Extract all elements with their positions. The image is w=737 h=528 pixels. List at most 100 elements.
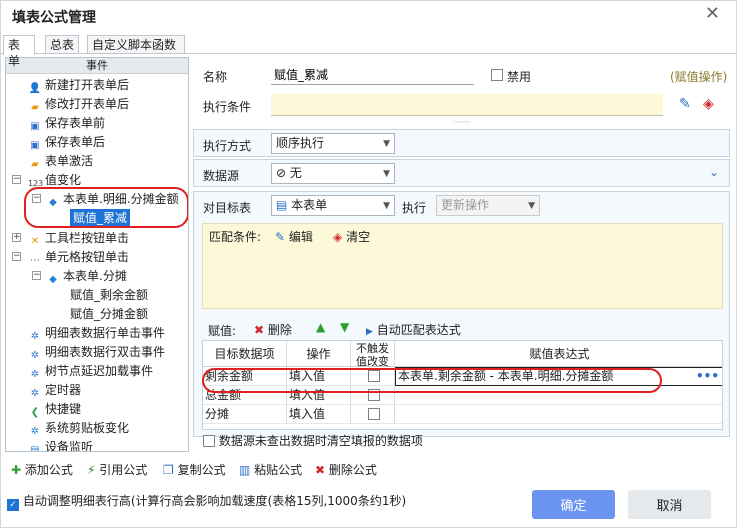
- condition-input[interactable]: [271, 94, 663, 116]
- dots-icon: ⋯: [30, 255, 40, 266]
- tree-item-hotkey[interactable]: ❮ 快捷键: [28, 400, 81, 418]
- reference-formula-label: 引用公式: [99, 463, 148, 477]
- exec-mode-value: 顺序执行: [276, 136, 325, 150]
- link-icon: ⚡: [87, 463, 96, 477]
- name-input[interactable]: [271, 65, 474, 85]
- condition-label: 执行条件: [203, 100, 252, 114]
- tree-item-device-listen[interactable]: ▤ 设备监听: [28, 438, 94, 452]
- move-up-icon[interactable]: ▲: [316, 320, 325, 334]
- grid-cell-expr[interactable]: [395, 405, 722, 424]
- tab-form[interactable]: 表单: [3, 35, 35, 68]
- grid-header-target: 目标数据项: [203, 341, 287, 367]
- tree-item-label: 树节点延迟加载事件: [45, 364, 154, 378]
- source-section: 数据源 ⊘ 无 ▼ ⌄: [193, 159, 730, 187]
- play-icon: ▶: [366, 327, 373, 337]
- copy-formula-button[interactable]: ❐ 复制公式: [163, 461, 226, 478]
- match-edit-button[interactable]: ✎ 编辑: [275, 228, 313, 245]
- folder-icon: ▰: [31, 102, 39, 113]
- tree-item-after-save[interactable]: ▣ 保存表单后: [28, 133, 105, 151]
- copy-formula-label: 复制公式: [177, 463, 226, 477]
- grid-header-op: 操作: [287, 341, 351, 367]
- chevron-down-icon: ▼: [528, 201, 535, 211]
- folder-icon: ▰: [31, 159, 39, 170]
- gear-icon: ✲: [30, 388, 40, 399]
- exec-mode-select[interactable]: 顺序执行 ▼: [271, 133, 395, 154]
- match-label: 匹配条件:: [209, 230, 262, 244]
- tree-item-label: 设备监听: [45, 440, 94, 452]
- gear-icon: ✲: [30, 369, 40, 380]
- tree-item-label: 系统剪贴板变化: [45, 421, 130, 435]
- splitter-handle[interactable]: ·······: [193, 119, 730, 127]
- expand-section-icon[interactable]: ⌄: [709, 165, 719, 179]
- source-label: 数据源: [203, 169, 240, 183]
- tree-item-before-save[interactable]: ▣ 保存表单前: [28, 114, 105, 132]
- exec-select[interactable]: 更新操作 ▼: [436, 195, 540, 216]
- match-clear-button[interactable]: ◈ 清空: [333, 228, 370, 245]
- gear-icon: ✲: [30, 331, 40, 342]
- target-label: 对目标表: [203, 201, 252, 215]
- tree-item-edit-open[interactable]: ▰ 修改打开表单后: [28, 95, 129, 113]
- tree-item-clipboard[interactable]: ✲ 系统剪贴板变化: [28, 419, 129, 437]
- name-label: 名称: [203, 70, 228, 84]
- tree-item-timer[interactable]: ✲ 定时器: [28, 381, 81, 399]
- target-value: 本表单: [291, 198, 328, 212]
- target-select[interactable]: ▤ 本表单 ▼: [271, 195, 395, 216]
- tab-divider: [1, 53, 736, 54]
- highlight-ring: [24, 187, 188, 228]
- highlight-ring: [202, 368, 662, 393]
- tab-custom-script[interactable]: 自定义脚本函数: [87, 35, 185, 54]
- tab-summary[interactable]: 总表: [45, 35, 79, 54]
- tree-item-form-split[interactable]: ◆ 本表单.分摊: [46, 267, 127, 285]
- ok-button[interactable]: 确定: [532, 490, 615, 519]
- share-icon: ❮: [30, 407, 40, 418]
- tree-item-assign-remaining[interactable]: 赋值_剩余金额: [70, 286, 148, 304]
- tree-item-toolbar-click[interactable]: ✕ 工具栏按钮单击: [28, 229, 129, 247]
- no-trigger-checkbox[interactable]: [367, 408, 380, 420]
- expand-icon[interactable]: +: [12, 233, 21, 242]
- tools-icon: ✕: [30, 236, 40, 247]
- layers-icon: ◆: [49, 274, 57, 285]
- tree-item-label: 单元格按钮单击: [45, 250, 130, 264]
- paste-formula-label: 粘贴公式: [254, 463, 303, 477]
- cancel-button[interactable]: 取消: [628, 490, 711, 519]
- save-icon: ▣: [30, 140, 40, 151]
- tree-item-cell-button-click[interactable]: ⋯ 单元格按钮单击: [28, 248, 129, 266]
- table-row[interactable]: 分摊: [203, 405, 287, 424]
- reference-formula-button[interactable]: ⚡ 引用公式: [87, 461, 147, 478]
- tree-item-row-dblclick[interactable]: ✲ 明细表数据行双击事件: [28, 343, 165, 361]
- match-clear-label: 清空: [346, 230, 371, 244]
- grid-header-no-trigger: 不触发 值改变: [351, 341, 395, 368]
- tree-item-label: 保存表单后: [45, 135, 106, 149]
- auto-match-button[interactable]: ▶ 自动匹配表达式: [366, 321, 461, 338]
- add-formula-button[interactable]: ✚ 添加公式: [11, 461, 73, 478]
- tree-item-assign-split[interactable]: 赋值_分摊金额: [70, 305, 148, 323]
- tree-item-activate[interactable]: ▰ 表单激活: [28, 152, 93, 170]
- source-select[interactable]: ⊘ 无 ▼: [271, 163, 395, 184]
- disable-label: 禁用: [507, 70, 532, 84]
- edit-icon[interactable]: ✎: [679, 96, 691, 112]
- more-icon[interactable]: •••: [696, 368, 719, 385]
- tree-item-lazy-load[interactable]: ✲ 树节点延迟加载事件: [28, 362, 153, 380]
- formula-editor: 名称 禁用 (赋值操作) 执行条件 ✎ ◈ ······· 执行方式 顺序执行 ▼…: [193, 57, 730, 452]
- clear-when-empty-checkbox[interactable]: [203, 435, 215, 447]
- delete-row-button[interactable]: ✖ 删除: [254, 321, 292, 338]
- disable-checkbox[interactable]: [491, 69, 503, 81]
- close-icon[interactable]: ✕: [705, 3, 720, 24]
- delete-formula-button[interactable]: ✖ 删除公式: [315, 461, 377, 478]
- grid-cell-op[interactable]: 填入值: [287, 405, 351, 424]
- collapse-icon[interactable]: −: [12, 252, 21, 261]
- paste-formula-button[interactable]: ▥ 粘贴公式: [239, 461, 302, 478]
- move-down-icon[interactable]: ▼: [340, 320, 349, 334]
- auto-adjust-checkbox[interactable]: ✓: [7, 499, 19, 511]
- collapse-icon[interactable]: −: [12, 175, 21, 184]
- collapse-icon[interactable]: −: [32, 271, 41, 280]
- tree-item-label: 定时器: [45, 383, 82, 397]
- tree-item-new-open[interactable]: 👤 新建打开表单后: [28, 76, 129, 94]
- tree-item-row-click[interactable]: ✲ 明细表数据行单击事件: [28, 324, 165, 342]
- operation-tag: (赋值操作): [670, 70, 728, 84]
- eraser-icon[interactable]: ◈: [703, 96, 714, 112]
- tree-item-label: 本表单.分摊: [63, 269, 127, 283]
- match-condition-area[interactable]: 匹配条件: ✎ 编辑 ◈ 清空: [202, 223, 723, 309]
- chevron-down-icon: ▼: [383, 201, 390, 211]
- grid-cell-no-trigger[interactable]: [351, 405, 395, 424]
